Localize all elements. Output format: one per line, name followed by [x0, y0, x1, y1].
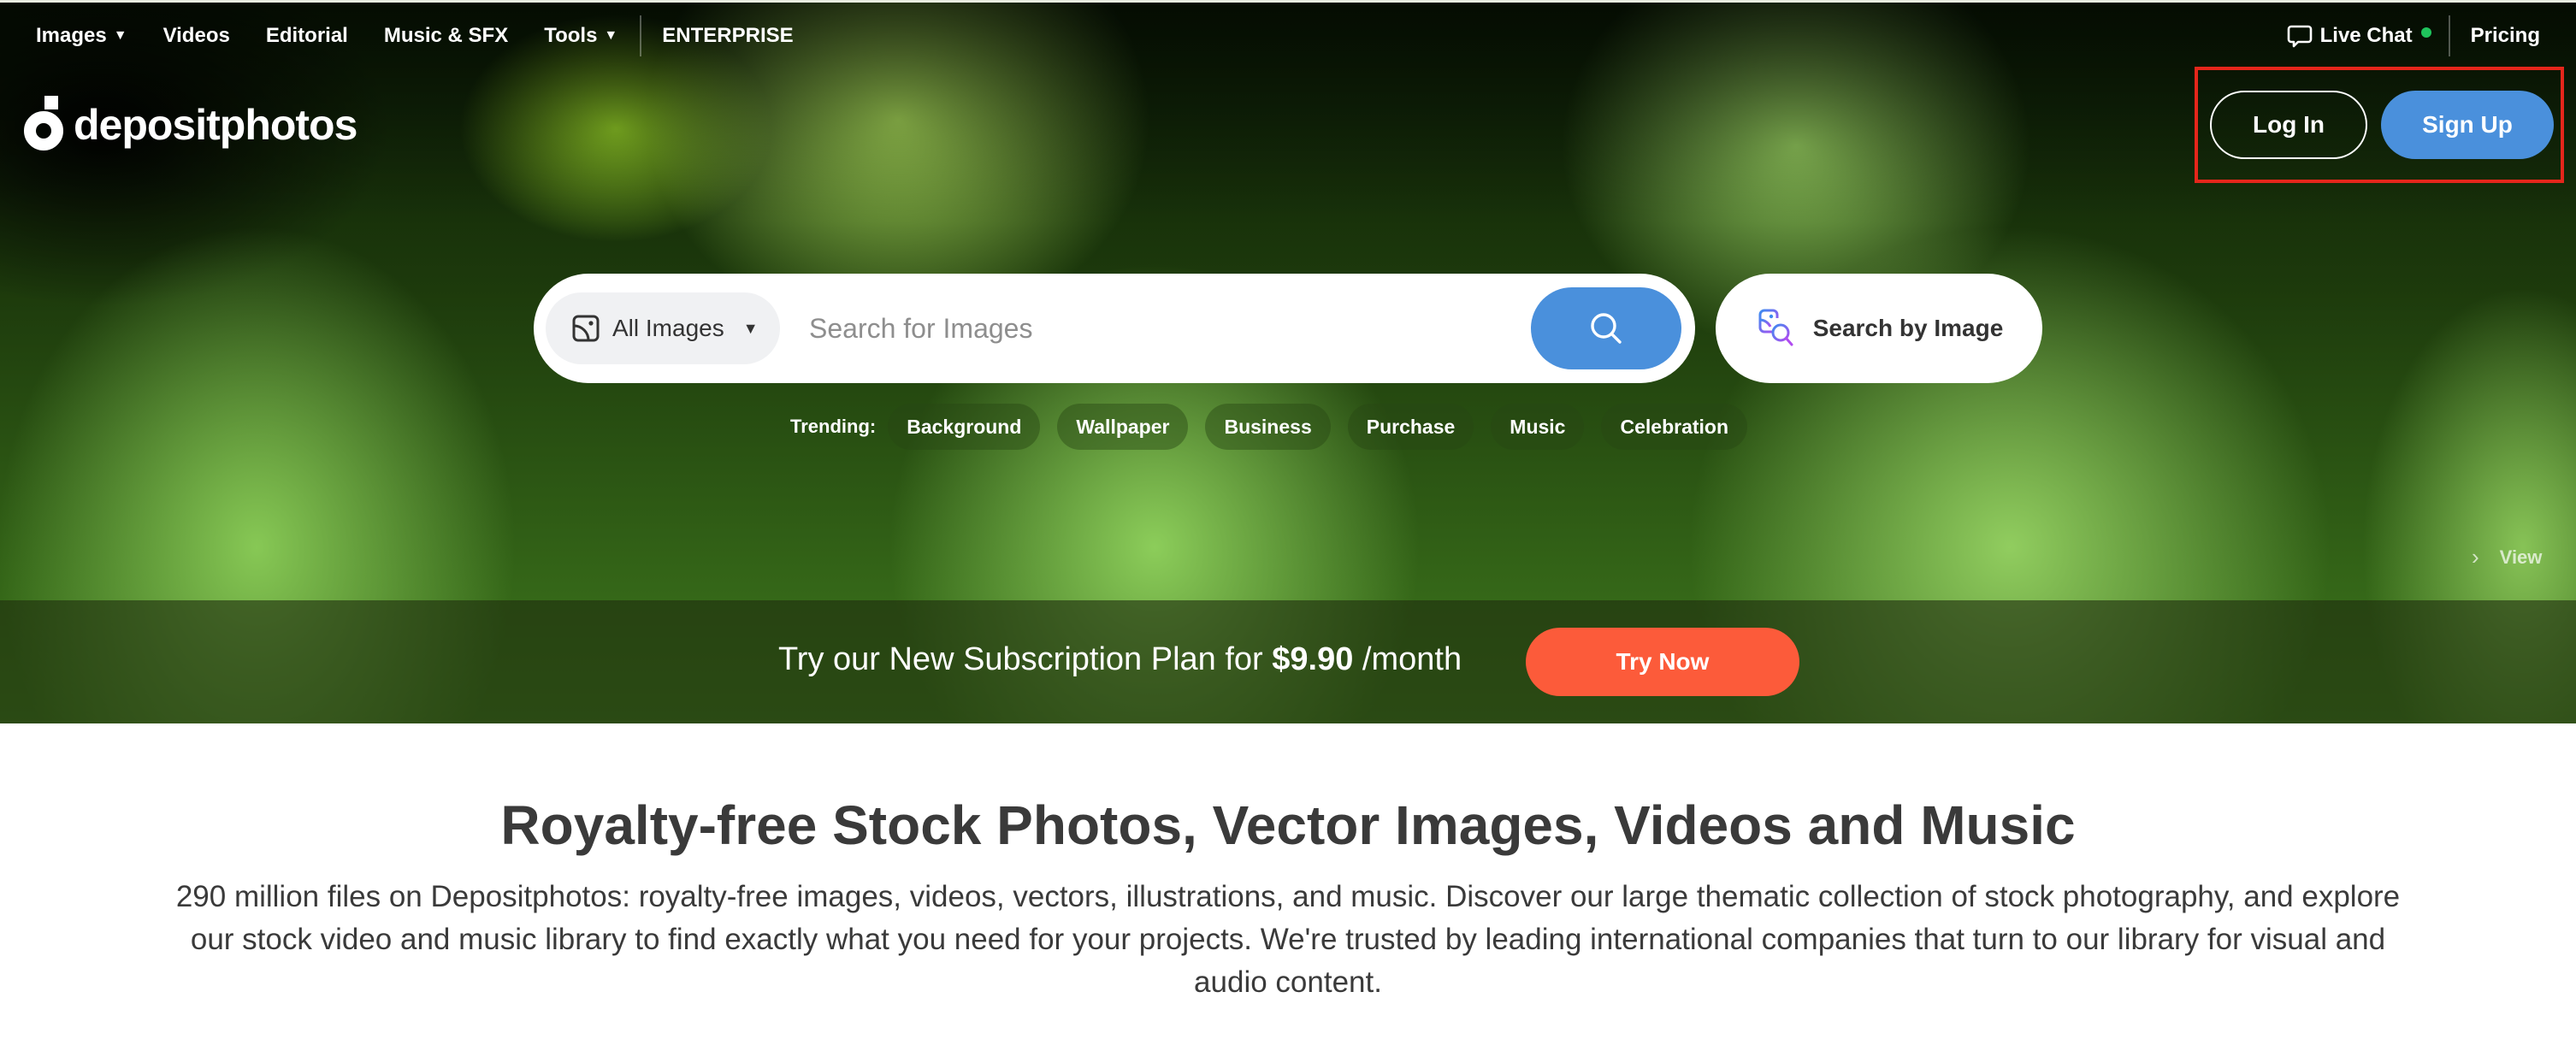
- depositphotos-logo-icon: [24, 96, 65, 151]
- page-headline: Royalty-free Stock Photos, Vector Images…: [500, 794, 2076, 856]
- category-label: All Images: [612, 315, 724, 341]
- top-nav: Images ▼ Videos Editorial Music & SFX To…: [0, 15, 794, 56]
- chevron-down-icon: ▼: [113, 28, 127, 43]
- nav-divider: [640, 15, 642, 56]
- search-button[interactable]: [1531, 287, 1681, 369]
- depositphotos-logo[interactable]: depositphotos: [24, 92, 357, 151]
- top-right-links: Live Chat Pricing: [2286, 15, 2540, 56]
- live-chat-link[interactable]: Live Chat: [2286, 22, 2431, 50]
- search-by-image-label: Search by Image: [1812, 315, 2004, 341]
- promo-text-before: Try our New Subscription Plan for: [778, 641, 1273, 677]
- chevron-right-icon: ›: [2472, 544, 2479, 570]
- nav-tools[interactable]: Tools ▼: [544, 24, 617, 48]
- image-category-icon: [572, 315, 600, 342]
- nav-music-sfx-label: Music & SFX: [383, 24, 509, 47]
- trending-tags: Trending: Background Wallpaper Business …: [790, 404, 1764, 450]
- nav-videos-label: Videos: [162, 24, 230, 47]
- search-by-image-button[interactable]: Search by Image: [1716, 274, 2042, 383]
- search-input[interactable]: [780, 292, 1531, 364]
- hero-section: Images ▼ Videos Editorial Music & SFX To…: [0, 0, 2576, 723]
- promo-banner: Try our New Subscription Plan for $9.90 …: [0, 600, 2576, 723]
- nav-enterprise[interactable]: ENTERPRISE: [662, 24, 793, 48]
- nav-videos[interactable]: Videos: [163, 24, 230, 48]
- online-status-dot: [2420, 27, 2431, 38]
- nav-enterprise-label: ENTERPRISE: [662, 24, 794, 47]
- trending-tag[interactable]: Purchase: [1347, 404, 1474, 450]
- chevron-down-icon: ▼: [604, 28, 618, 43]
- page-description: 290 million files on Depositphotos: roya…: [175, 880, 2401, 999]
- promo-text: Try our New Subscription Plan for $9.90 …: [778, 641, 1462, 678]
- image-search-icon: [1758, 309, 1793, 346]
- signup-button[interactable]: Sign Up: [2381, 91, 2554, 159]
- nav-music-sfx[interactable]: Music & SFX: [384, 24, 508, 48]
- try-now-button[interactable]: Try Now: [1526, 628, 1799, 696]
- nav-editorial-label: Editorial: [265, 24, 348, 47]
- live-chat-label: Live Chat: [2319, 24, 2413, 47]
- search-bar: All Images ▼: [534, 274, 1695, 383]
- view-image-link[interactable]: › View: [2472, 544, 2542, 570]
- nav-tools-label: Tools: [544, 24, 598, 47]
- trending-label: Trending:: [790, 416, 877, 437]
- trending-tag[interactable]: Background: [888, 404, 1041, 450]
- trending-tag[interactable]: Celebration: [1601, 404, 1748, 450]
- top-right-divider: [2448, 15, 2450, 56]
- view-label: View: [2499, 546, 2543, 568]
- pricing-link[interactable]: Pricing: [2471, 24, 2540, 48]
- top-rule: [0, 0, 2576, 3]
- chevron-down-icon: ▼: [742, 319, 759, 337]
- login-button[interactable]: Log In: [2210, 91, 2367, 159]
- nav-images[interactable]: Images ▼: [36, 24, 127, 48]
- trending-tag[interactable]: Music: [1491, 404, 1585, 450]
- promo-price: $9.90: [1272, 641, 1354, 677]
- trending-tag[interactable]: Wallpaper: [1057, 404, 1189, 450]
- category-dropdown[interactable]: All Images ▼: [546, 292, 780, 364]
- logo-text: depositphotos: [74, 101, 357, 149]
- nav-editorial[interactable]: Editorial: [266, 24, 348, 48]
- nav-images-label: Images: [36, 24, 107, 47]
- search-icon: [1591, 313, 1622, 344]
- promo-text-after: /month: [1353, 641, 1462, 677]
- trending-tag[interactable]: Business: [1205, 404, 1331, 450]
- chat-bubble-icon: [2287, 25, 2312, 48]
